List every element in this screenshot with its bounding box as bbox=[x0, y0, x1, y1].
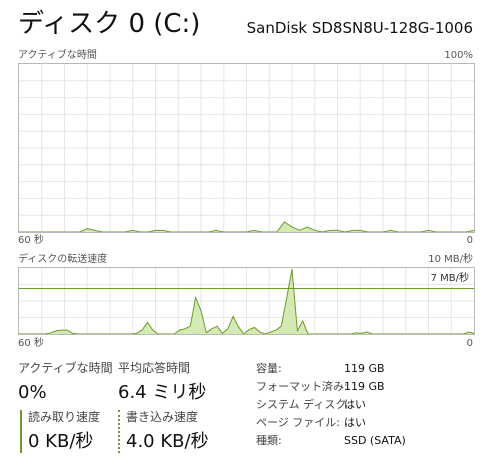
property-label-type: 種類: bbox=[256, 434, 282, 447]
active-time-axis-right: 0 bbox=[466, 235, 473, 246]
active-time-stat-label: アクティブな時間 bbox=[18, 361, 113, 375]
avg-response-stat-value: 6.4 ミリ秒 bbox=[118, 382, 207, 403]
read-speed-stat-label: 読み取り速度 bbox=[28, 410, 101, 424]
active-time-stat: アクティブな時間 0% bbox=[18, 361, 113, 404]
active-time-axis-left: 60 秒 bbox=[18, 235, 44, 246]
property-label-formatted: フォーマット済み: bbox=[256, 380, 348, 393]
transfer-axis-left: 60 秒 bbox=[18, 338, 44, 349]
read-speed-stat: 読み取り速度 0 KB/秒 bbox=[20, 410, 100, 453]
write-speed-stat-label: 書き込み速度 bbox=[126, 410, 199, 424]
property-label-page-file: ページ ファイル: bbox=[256, 416, 340, 429]
page-title: ディスク 0 (C:) bbox=[18, 9, 201, 39]
transfer-chart-max: 10 MB/秒 bbox=[428, 254, 473, 265]
property-label-capacity: 容量: bbox=[256, 362, 282, 375]
property-value-system-disk: はい bbox=[344, 398, 366, 411]
property-value-formatted: 119 GB bbox=[344, 380, 385, 393]
property-value-capacity: 119 GB bbox=[344, 362, 385, 375]
transfer-chart-label: ディスクの転送速度 bbox=[18, 254, 108, 265]
property-label-system-disk: システム ディスク: bbox=[256, 398, 351, 411]
active-time-graph bbox=[18, 63, 475, 233]
properties-labels: 容量: フォーマット済み: システム ディスク: ページ ファイル: 種類: bbox=[256, 360, 350, 450]
avg-response-stat: 平均応答時間 6.4 ミリ秒 bbox=[118, 361, 206, 404]
transfer-graph bbox=[18, 267, 475, 335]
active-time-stat-value: 0% bbox=[18, 382, 47, 403]
transfer-graph-svg bbox=[19, 268, 474, 334]
write-speed-stat: 書き込み速度 4.0 KB/秒 bbox=[118, 410, 209, 453]
property-value-page-file: はい bbox=[344, 416, 366, 429]
avg-response-stat-label: 平均応答時間 bbox=[118, 361, 191, 375]
property-value-type: SSD (SATA) bbox=[344, 434, 406, 447]
transfer-ref-line-label: 7 MB/秒 bbox=[430, 273, 469, 284]
properties-values: 119 GB 119 GB はい はい SSD (SATA) bbox=[344, 360, 406, 450]
active-time-graph-svg bbox=[19, 64, 474, 232]
active-time-chart-max: 100% bbox=[444, 50, 473, 61]
disk-model: SanDisk SD8SN8U-128G-1006 bbox=[246, 19, 473, 37]
read-speed-stat-value: 0 KB/秒 bbox=[28, 431, 94, 452]
active-time-chart-label: アクティブな時間 bbox=[18, 50, 97, 61]
transfer-axis-right: 0 bbox=[466, 338, 473, 349]
write-speed-stat-value: 4.0 KB/秒 bbox=[126, 431, 209, 452]
